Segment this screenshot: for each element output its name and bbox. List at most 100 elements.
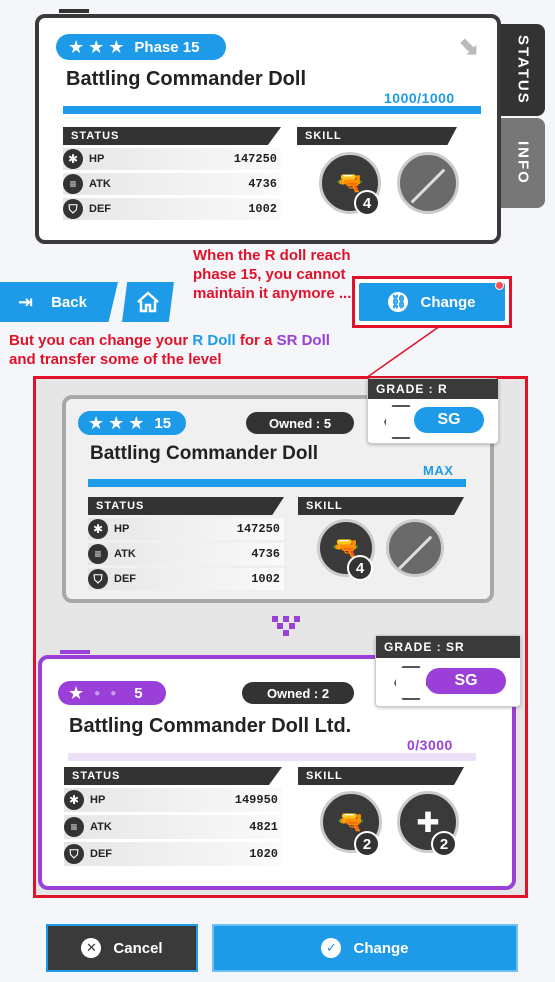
- atk-icon: ≡: [88, 544, 108, 564]
- empty-star-icon: ●: [110, 687, 117, 699]
- tab-status[interactable]: STATUS: [501, 24, 545, 116]
- r-doll-name: Battling Commander Doll: [90, 443, 319, 464]
- skill-level-badge: 4: [354, 190, 380, 216]
- doll-status-card: ★ ★ ★ Phase 15 ⬊ Battling Commander Doll…: [35, 9, 501, 244]
- skill-level-badge: 2: [431, 831, 457, 857]
- exit-icon: ⇥: [18, 291, 34, 312]
- tab-info[interactable]: INFO: [501, 118, 545, 208]
- close-icon: ✕: [81, 938, 102, 958]
- stat-value: 147250: [233, 152, 277, 166]
- stat-row-hp: ✱ HP 147250: [88, 518, 284, 540]
- exp-text: 1000/1000: [384, 90, 455, 106]
- annotation-text: and transfer some of the level: [9, 351, 222, 368]
- cancel-label: Cancel: [113, 939, 163, 957]
- stat-label: DEF: [114, 573, 136, 585]
- stat-value: 147250: [236, 522, 280, 536]
- stat-label: ATK: [89, 178, 111, 190]
- stat-value: 1002: [251, 572, 280, 586]
- back-label: Back: [51, 293, 87, 311]
- stat-value: 4736: [251, 547, 280, 561]
- hex-icon: [384, 405, 418, 439]
- link-icon: ⛓: [388, 292, 409, 312]
- stat-row-atk: ≡ ATK 4736: [63, 173, 281, 195]
- back-button[interactable]: ⇥ Back: [0, 282, 118, 322]
- r-grade-type: SG: [414, 407, 484, 433]
- star-icon: ★: [128, 413, 145, 433]
- skill-section: SKILL: [297, 127, 457, 145]
- status-header: STATUS: [88, 497, 284, 515]
- cancel-button[interactable]: ✕ Cancel: [46, 924, 198, 972]
- stat-label: DEF: [90, 848, 112, 860]
- sr-doll-phase-badge: ★ ● ● 5: [58, 681, 166, 705]
- r-doll-exp-fill: [88, 479, 466, 487]
- exp-bar-fill: [63, 106, 481, 114]
- sr-grade-type: SG: [426, 668, 506, 694]
- stat-value: 149950: [234, 793, 278, 807]
- transfer-arrow-icon: [272, 616, 300, 636]
- stat-row-def: ⛉ DEF 1002: [63, 198, 281, 220]
- sr-doll-exp-bar: [68, 753, 476, 761]
- stat-label: ATK: [90, 821, 112, 833]
- star-icon: ★: [108, 37, 125, 57]
- stat-row-hp: ✱ HP 147250: [63, 148, 281, 170]
- r-doll-exp: MAX: [423, 463, 454, 478]
- atk-icon: ≡: [63, 174, 83, 194]
- hp-icon: ✱: [64, 790, 84, 810]
- home-icon: [137, 291, 159, 313]
- expand-arrow-icon[interactable]: ⬊: [457, 30, 479, 61]
- stat-value: 4736: [248, 177, 277, 191]
- stat-value: 1002: [248, 202, 277, 216]
- skill-level-badge: 2: [354, 831, 380, 857]
- change-top-label: Change: [420, 293, 476, 311]
- hp-icon: ✱: [63, 149, 83, 169]
- star-icon: ★: [68, 683, 85, 703]
- stat-label: DEF: [89, 203, 111, 215]
- sr-doll-owned: Owned : 2: [242, 682, 354, 704]
- status-section: STATUS ✱ HP 147250 ≡ ATK 4736 ⛉ DEF 1002: [63, 127, 281, 220]
- skill-header: SKILL: [298, 767, 464, 785]
- stat-row-hp: ✱ HP 149950: [64, 788, 282, 812]
- def-icon: ⛉: [64, 844, 84, 864]
- r-doll-phase: 15: [154, 414, 172, 432]
- r-doll-owned: Owned : 5: [246, 412, 354, 434]
- star-icon: ★: [88, 413, 105, 433]
- stat-row-def: ⛉ DEF 1020: [64, 842, 282, 866]
- empty-skill-slot-icon[interactable]: [386, 519, 444, 577]
- def-icon: ⛉: [88, 569, 108, 589]
- doll-name: Battling Commander Doll: [66, 68, 307, 90]
- hex-icon: [394, 666, 428, 700]
- stat-row-def: ⛉ DEF 1002: [88, 568, 284, 590]
- r-doll-status: STATUS ✱ HP 147250 ≡ ATK 4736 ⛉ DEF 1002: [88, 497, 284, 590]
- phase-badge: ★ ★ ★ Phase 15: [56, 34, 226, 60]
- change-button[interactable]: ✓ Change: [212, 924, 518, 972]
- change-label: Change: [353, 939, 409, 957]
- star-icon: ★: [88, 37, 105, 57]
- stat-label: HP: [89, 153, 105, 165]
- stat-row-atk: ≡ ATK 4736: [88, 543, 284, 565]
- stat-value: 1020: [249, 847, 278, 861]
- sr-doll-name: Battling Commander Doll Ltd.: [69, 715, 352, 737]
- empty-skill-slot-icon[interactable]: [397, 152, 459, 214]
- star-icon: ★: [68, 37, 85, 57]
- stat-label: HP: [90, 794, 106, 806]
- r-grade-box: GRADE : R SG: [367, 378, 499, 444]
- star-icon: ★: [108, 413, 125, 433]
- annotation-text: for a: [235, 332, 277, 349]
- change-button-highlight: ⛓ Change: [352, 276, 512, 328]
- card-deco: [60, 650, 90, 654]
- stat-label: ATK: [114, 548, 136, 560]
- sr-grade-label: GRADE : SR: [376, 636, 520, 658]
- skill-level-badge: 4: [347, 555, 373, 581]
- sr-doll-exp: 0/3000: [407, 737, 453, 753]
- stat-row-atk: ≡ ATK 4821: [64, 815, 282, 839]
- empty-star-icon: ●: [94, 687, 101, 699]
- status-header: STATUS: [63, 127, 281, 145]
- stat-value: 4821: [249, 820, 278, 834]
- change-button-top[interactable]: ⛓ Change: [359, 283, 505, 321]
- sr-grade-box: GRADE : SR SG: [375, 635, 521, 707]
- home-button[interactable]: [122, 282, 174, 322]
- r-doll-phase-badge: ★ ★ ★ 15: [78, 411, 186, 435]
- skill-header: SKILL: [297, 127, 457, 145]
- annotation-note-2: But you can change your R Doll for a SR …: [9, 331, 369, 369]
- def-icon: ⛉: [63, 199, 83, 219]
